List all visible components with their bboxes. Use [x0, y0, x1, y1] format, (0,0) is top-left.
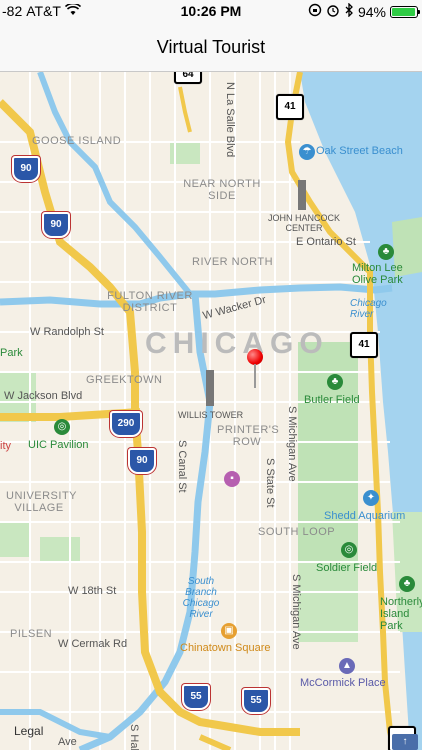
shield-i55-west: 55 — [182, 684, 210, 710]
park-icon-northerly[interactable]: ♣ — [399, 576, 415, 592]
district-river-north: RIVER NORTH — [192, 256, 274, 268]
soldier-field-park — [298, 562, 358, 642]
street-ave: Ave — [58, 736, 77, 748]
hotel-icon[interactable]: ▪ — [224, 471, 240, 487]
alarm-icon — [326, 3, 340, 20]
shield-us41-middle: 41 — [350, 332, 378, 358]
district-pilsen: PILSEN — [10, 628, 53, 640]
legal-link[interactable]: Legal — [14, 724, 43, 738]
street-halsted: S Halsted St — [128, 724, 140, 750]
navigation-bar: Virtual Tourist — [0, 24, 422, 72]
poi-park-partial[interactable]: Park — [0, 347, 23, 359]
shield-i90-middle: 90 — [42, 212, 70, 238]
street-cermak: W Cermak Rd — [58, 638, 128, 650]
hancock-tower-icon — [298, 180, 306, 210]
street-michigan-north-label: S Michigan Ave — [286, 406, 298, 482]
poi-milton-lee[interactable]: Milton Lee Olive Park — [352, 262, 418, 286]
convention-icon-mccormick[interactable]: ▲ — [339, 658, 355, 674]
shield-route-64: 64 — [174, 72, 202, 84]
street-la-salle: N La Salle Blvd — [224, 82, 236, 158]
park-icon-milton-lee[interactable]: ♣ — [378, 244, 394, 260]
street-18th: W 18th St — [68, 585, 117, 597]
rotation-lock-icon — [308, 3, 322, 20]
park-block-southwest — [0, 522, 30, 557]
map-corner-badge: ↑ — [392, 734, 418, 750]
battery-percent: 94% — [357, 3, 386, 20]
label-chicago-river: Chicago River — [350, 298, 387, 320]
street-jackson: W Jackson Blvd — [4, 390, 83, 402]
shield-i290: 290 — [110, 411, 142, 437]
shield-i55-east: 55 — [242, 688, 270, 714]
aquarium-icon[interactable]: ✦ — [363, 490, 379, 506]
city-label: CHICAGO — [145, 327, 329, 360]
poi-partial-left: ity — [0, 440, 11, 452]
status-bar: -82 AT&T 10:26 PM 94% — [0, 0, 422, 24]
street-state: S State St — [264, 458, 276, 508]
shield-us41-north: 41 — [276, 94, 304, 120]
willis-tower-icon — [206, 370, 214, 406]
street-ontario: E Ontario St — [296, 236, 356, 248]
district-fulton-river: FULTON RIVER DISTRICT — [107, 290, 193, 314]
poi-oak-street-beach[interactable]: Oak Street Beach — [316, 145, 403, 157]
district-goose-island: GOOSE ISLAND — [32, 135, 122, 147]
pin-stem — [254, 364, 256, 388]
poi-shedd-aquarium[interactable]: Shedd Aquarium — [324, 510, 405, 522]
park-block-uv — [40, 537, 80, 562]
street-michigan-north: S Michigan Ave — [286, 406, 298, 482]
stadium-icon-soldier[interactable]: ◎ — [341, 542, 357, 558]
beach-icon[interactable]: ☂ — [299, 144, 315, 160]
map-view[interactable]: CHICAGO GOOSE ISLAND NEAR NORTH SIDE RIV… — [0, 72, 422, 750]
poi-willis-tower[interactable]: WILLIS TOWER — [178, 410, 243, 420]
district-south-loop: SOUTH LOOP — [258, 526, 336, 538]
battery-level — [392, 7, 415, 16]
shield-i90-north: 90 — [12, 156, 40, 182]
district-near-north-side: NEAR NORTH SIDE — [183, 178, 261, 202]
street-michigan-south: S Michigan Ave — [290, 574, 302, 650]
street-randolph: W Randolph St — [30, 326, 104, 338]
poi-butler-field[interactable]: Butler Field — [304, 394, 360, 406]
bluetooth-icon — [344, 2, 354, 20]
street-michigan-south-label: S Michigan Ave — [290, 574, 302, 650]
shield-i90-south: 90 — [128, 448, 156, 474]
district-greektown: GREEKTOWN — [86, 374, 163, 386]
poi-soldier-field[interactable]: Soldier Field — [316, 562, 377, 574]
poi-mccormick[interactable]: McCormick Place — [300, 677, 386, 689]
poi-chinatown[interactable]: Chinatown Square — [180, 642, 271, 654]
poi-uic-pavilion[interactable]: UIC Pavilion — [28, 439, 89, 451]
label-south-branch: South Branch Chicago River — [182, 576, 220, 620]
status-right: 94% — [308, 2, 420, 20]
poi-john-hancock[interactable]: JOHN HANCOCK CENTER — [264, 213, 344, 233]
street-canal: S Canal St — [176, 440, 188, 493]
district-university-village: UNIVERSITY VILLAGE — [6, 490, 78, 514]
shopping-icon-chinatown[interactable]: ▣ — [221, 623, 237, 639]
district-printers-row: PRINTER'S ROW — [217, 424, 280, 448]
park-icon-butler[interactable]: ♣ — [327, 374, 343, 390]
pin-head-icon[interactable] — [247, 349, 263, 365]
poi-northerly-island[interactable]: Northerly Island Park — [380, 596, 422, 632]
map-pin[interactable] — [247, 349, 265, 399]
battery-icon — [390, 5, 420, 18]
stadium-icon-uic[interactable]: ◎ — [54, 419, 70, 435]
nav-title: Virtual Tourist — [156, 37, 266, 57]
